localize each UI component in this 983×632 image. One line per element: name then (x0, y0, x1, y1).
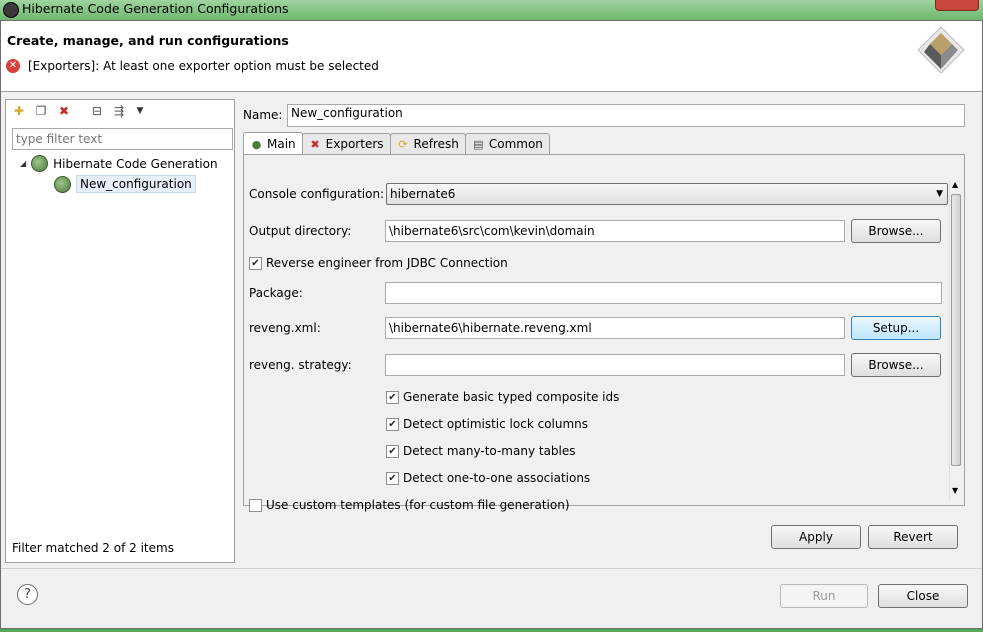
hibernate-logo-icon (917, 26, 965, 74)
refresh-icon: ⟳ (398, 137, 408, 151)
scrollbar-thumb[interactable] (951, 194, 961, 466)
reveng-strategy-field[interactable] (385, 354, 845, 376)
strategy-browse-button[interactable]: Browse... (851, 353, 941, 377)
help-icon[interactable]: ? (17, 584, 38, 605)
console-configuration-value: hibernate6 (390, 187, 456, 201)
tab-label: Exporters (325, 137, 384, 151)
dialog-header: Create, manage, and run configurations ✕… (1, 21, 982, 92)
config-type-icon (31, 155, 49, 172)
configuration-list-panel: ✚ ❐ ✖ ⊟ ⇶ ▼ ◢ Hibernate Code Generation … (5, 99, 235, 563)
error-message: [Exporters]: At least one exporter optio… (28, 59, 379, 73)
checkbox-checked[interactable]: ✔ (386, 390, 399, 404)
checkbox-checked[interactable]: ✔ (249, 256, 262, 270)
apply-button[interactable]: Apply (771, 525, 861, 549)
tree-item-hibernate-code-generation[interactable]: ◢ Hibernate Code Generation (20, 155, 218, 172)
common-tab-icon: ▤ (473, 137, 484, 151)
tree-item-new-configuration[interactable]: New_configuration (54, 175, 196, 193)
output-directory-field[interactable]: \hibernate6\src\com\kevin\domain (385, 220, 845, 242)
tab-label: Main (267, 137, 296, 151)
run-button[interactable]: Run (780, 584, 868, 608)
main-tab-icon: ● (251, 137, 262, 151)
name-label: Name: (243, 108, 283, 122)
checkbox-label: Reverse engineer from JDBC Connection (266, 256, 508, 270)
checkbox-label: Detect many-to-many tables (403, 444, 576, 458)
error-icon: ✕ (6, 59, 20, 73)
option-one-to-one[interactable]: ✔ Detect one-to-one associations (386, 471, 590, 485)
tree-item-label: New_configuration (76, 175, 196, 193)
reverse-engineer-checkbox[interactable]: ✔ Reverse engineer from JDBC Connection (249, 256, 508, 270)
chevron-down-icon: ▼ (936, 189, 943, 199)
checkbox-checked[interactable]: ✔ (386, 444, 399, 458)
chevron-down-icon[interactable]: ▼ (132, 103, 148, 119)
option-optimistic-lock[interactable]: ✔ Detect optimistic lock columns (386, 417, 588, 431)
tab-label: Refresh (413, 137, 459, 151)
scroll-up-icon[interactable]: ▲ (952, 180, 958, 189)
window-close-button[interactable] (935, 0, 979, 11)
console-configuration-select[interactable]: hibernate6 ▼ (386, 183, 948, 205)
option-composite-ids[interactable]: ✔ Generate basic typed composite ids (386, 390, 619, 404)
footer-divider (1, 568, 982, 569)
app-icon (3, 2, 19, 18)
console-configuration-label: Console configuration: (249, 187, 385, 201)
title-bar: Hibernate Code Generation Configurations (0, 0, 983, 20)
tree-item-label: Hibernate Code Generation (53, 156, 218, 171)
expand-arrow-icon[interactable]: ◢ (20, 159, 26, 168)
tab-common[interactable]: ▤ Common (464, 133, 550, 154)
filter-icon[interactable]: ⇶ (111, 103, 127, 119)
tab-bar: ● Main ✖ Exporters ⟳ Refresh ▤ Common (243, 132, 550, 155)
tab-exporters[interactable]: ✖ Exporters (301, 133, 391, 154)
tab-label: Common (488, 137, 543, 151)
revert-button[interactable]: Revert (868, 525, 958, 549)
reveng-xml-label: reveng.xml: (249, 321, 321, 335)
output-browse-button[interactable]: Browse... (851, 219, 941, 243)
output-directory-label: Output directory: (249, 224, 352, 238)
checkbox-label: Detect one-to-one associations (403, 471, 591, 485)
close-button[interactable]: Close (878, 584, 968, 608)
header-title: Create, manage, and run configurations (7, 33, 289, 48)
package-field[interactable] (385, 282, 942, 304)
new-configuration-icon[interactable]: ✚ (11, 103, 27, 119)
filter-status: Filter matched 2 of 2 items (12, 541, 174, 555)
checkbox-checked[interactable]: ✔ (386, 471, 399, 485)
package-label: Package: (249, 286, 303, 300)
checkbox-label: Use custom templates (for custom file ge… (266, 498, 570, 512)
option-many-to-many[interactable]: ✔ Detect many-to-many tables (386, 444, 576, 458)
configuration-icon (54, 175, 71, 193)
checkbox-checked[interactable]: ✔ (386, 417, 399, 431)
delete-icon[interactable]: ✖ (56, 103, 72, 119)
vertical-scrollbar[interactable]: ▲ ▼ (949, 180, 963, 500)
collapse-all-icon[interactable]: ⊟ (89, 103, 105, 119)
window-title: Hibernate Code Generation Configurations (22, 1, 289, 16)
name-field[interactable]: New_configuration (287, 104, 965, 127)
tab-main[interactable]: ● Main (243, 132, 303, 155)
filter-input[interactable] (12, 128, 233, 150)
setup-button[interactable]: Setup... (851, 316, 941, 340)
main-tab-panel: Console configuration: hibernate6 ▼ Outp… (243, 154, 965, 512)
exporters-tab-icon: ✖ (310, 137, 320, 151)
tab-refresh[interactable]: ⟳ Refresh (389, 133, 466, 154)
checkbox-unchecked[interactable] (249, 498, 262, 512)
scroll-down-icon[interactable]: ▼ (952, 486, 958, 495)
reveng-xml-field[interactable]: \hibernate6\hibernate.reveng.xml (385, 317, 845, 339)
reveng-strategy-label: reveng. strategy: (249, 358, 352, 372)
dialog-window: Create, manage, and run configurations ✕… (0, 20, 983, 629)
checkbox-label: Detect optimistic lock columns (403, 417, 589, 431)
duplicate-icon[interactable]: ❐ (33, 103, 49, 119)
custom-templates-checkbox[interactable]: Use custom templates (for custom file ge… (249, 498, 570, 512)
checkbox-label: Generate basic typed composite ids (403, 390, 620, 404)
